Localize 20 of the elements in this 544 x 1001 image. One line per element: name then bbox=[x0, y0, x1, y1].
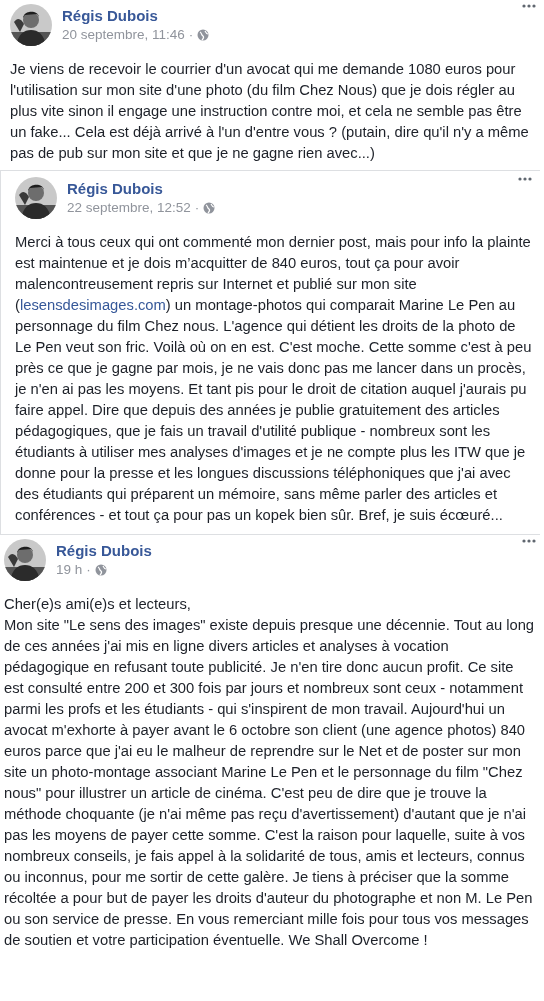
globe-icon bbox=[197, 29, 210, 42]
site-link[interactable]: lesensdesimages.com bbox=[19, 297, 166, 313]
post-text: Cher(e)s ami(e)s et lecteurs, bbox=[4, 595, 192, 614]
avatar[interactable] bbox=[10, 4, 52, 46]
post-text: Mon site "Le sens des images" existe depuis presque une décennie. Tout au long de ces années j'ai mis en ligne divers articles et analyses à vocation pédagogique en refusant toute publicité. Je n'en tire donc aucun profit. Ce site est consulté entre 200 et 300 fois par jours et nombreux sont ceux - notamment parmi les profs et les étudiants - qui s'inspirent de mon travail. Aujourd'hui un avocat m'exhorte à payer avant le 6 octobre son client (une agence photos) 840 euros parce que j'ai eu le malheur de reprendre sur le Net et de poster sur mon site un photo-montage associant Marine Le Pen et le personnage du film "Chez nous" pour illustrer un article de cinéma. C'est peu de dire que je trouve la méthode choquante (je n'ai même pas reçu d'avertissement) d'autant que je n'ai pas les moyens de payer cette somme. C'est la raison pour laquelle, suite à vos nombreux conseils, je fais appel à la solidarité de tous, amis et lecteurs, connus ou inconnus, pour me sortir de cette galère. Je tiens à préciser que la somme récoltée a pour but de payer les droits d'auteur du photographe et non M. Le Pen ou son service de presse. En vous remerciant mille fois pour tous vos messages de soutien et votre participation éventuelle. We Shall Overcome ! bbox=[4, 616, 536, 950]
separator: · bbox=[86, 561, 91, 579]
author-name[interactable]: Régis Dubois bbox=[67, 179, 216, 198]
avatar[interactable] bbox=[4, 539, 46, 581]
more-icon[interactable] bbox=[522, 539, 536, 543]
avatar[interactable] bbox=[15, 177, 57, 219]
author-name[interactable]: Régis Dubois bbox=[56, 541, 152, 560]
author-name[interactable]: Régis Dubois bbox=[62, 6, 210, 25]
post-text: Je viens de recevoir le courrier d'un avocat qui me demande 1080 euros pour l'utilisation sur mon site d'une photo (du film Chez Nous) que je dois régler au plus vite sinon il engage une instruction contre moi, et cela ne semble pas être un fake... Cela est déjà arrivé à l'un d'entre vous ? (putain, dire qu'il n'y a même pas de pub sur mon site et que je ne gagne rien avec...) bbox=[10, 60, 530, 163]
post-text: Merci à tous ceux qui ont commenté mon dernier post, mais pour info la plainte est maintenue et je dois m’acquitter de 840 euros, tout ça pour avoir malencontreusement repris sur Internet et publié sur mon site (lesensdesimages.com) un montage-photos qui comparait Marine Le Pen au personnage du film Chez nous. L'agence qui détient les droits de la photo de Le Pen veut son fric. Voilà où on en est. C'est moche. Cette somme c'est à peu près ce que je gagne par mois, je ne vais donc pas me lancer dans un procès, je n'en ai pas les moyens. Et tant pis pour le droit de citation auquel j'aurais pu faire appel. Dire que depuis des années je publie gratuitement des articles pédagogiques, que je fais un travail d'utilité publique - nombreux sont les étudiants à utiliser mes analyses d'images et je ne compte plus les ITW que je donne pour la presse et les longues discussions téléphoniques que j'ai avec des étudiants qui préparent un mémoire, sans même parler des articles et conférences - et tout ça pour pas un kopek bien sûr. Bref, je suis écœuré... bbox=[15, 233, 532, 525]
more-icon[interactable] bbox=[522, 4, 536, 8]
globe-icon bbox=[203, 202, 216, 215]
separator: · bbox=[188, 26, 194, 44]
globe-icon bbox=[94, 564, 107, 577]
separator: · bbox=[194, 199, 200, 217]
more-icon[interactable] bbox=[518, 177, 532, 181]
